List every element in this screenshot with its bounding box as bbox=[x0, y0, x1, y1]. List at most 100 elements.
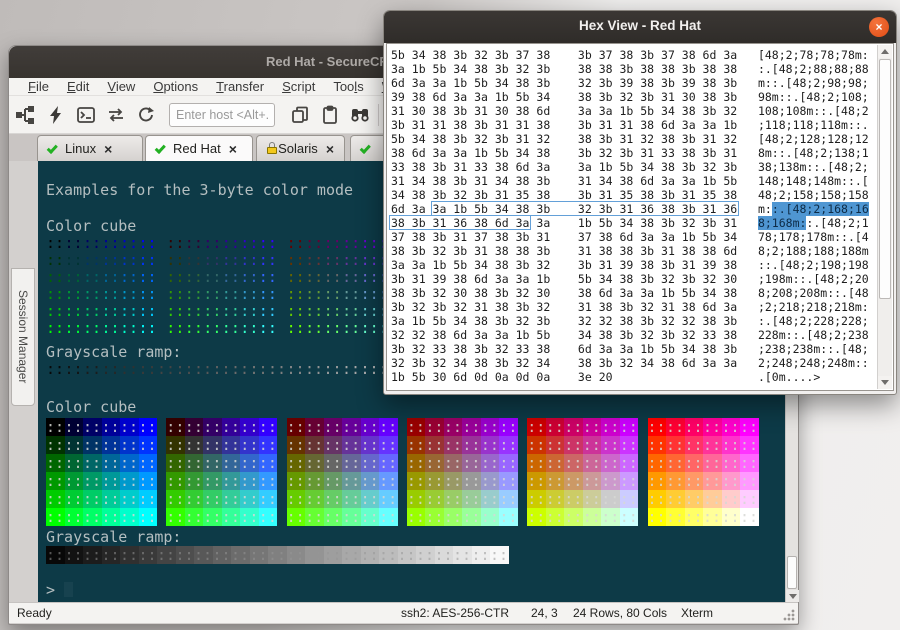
menu-file[interactable]: File bbox=[19, 79, 58, 94]
hex-scrollbar-thumb[interactable] bbox=[879, 59, 891, 299]
color-cube-background: ::::::::::::::::::::::::::::::::::::::::… bbox=[46, 418, 781, 526]
hex-row[interactable]: 3a 1b 5b 34 38 3b 32 3b 32 32 38 3b 32 3… bbox=[391, 314, 869, 328]
hex-row[interactable]: 32 3b 32 34 38 3b 32 34 38 3b 32 34 38 6… bbox=[391, 356, 869, 370]
connected-check-icon bbox=[155, 142, 166, 153]
terminal-scrollbar-thumb[interactable] bbox=[787, 556, 797, 589]
hex-content[interactable]: 5b 34 38 3b 32 3b 37 38 3b 37 38 3b 37 3… bbox=[386, 43, 894, 391]
menu-options[interactable]: Options bbox=[144, 79, 207, 94]
tab-close-icon[interactable]: × bbox=[326, 142, 334, 156]
tab-label: Solaris bbox=[278, 141, 318, 156]
hex-row[interactable]: 3b 31 31 38 3b 31 31 38 3b 31 31 38 6d 3… bbox=[391, 118, 869, 132]
terminal-icon[interactable] bbox=[73, 102, 99, 128]
cube-panel: ::::::::::::::::::::::::::::::::::::::::… bbox=[287, 235, 399, 337]
hex-row[interactable]: 38 3b 32 3b 31 38 38 3b 31 38 38 3b 31 3… bbox=[391, 244, 869, 258]
status-terminal-size: 24 Rows, 80 Cols bbox=[573, 606, 667, 620]
scroll-down-button[interactable] bbox=[786, 590, 799, 602]
transfer-icon[interactable] bbox=[103, 102, 129, 128]
status-encryption: ssh2: AES-256-CTR bbox=[401, 606, 509, 620]
hex-row[interactable]: 3b 32 33 38 3b 32 33 38 6d 3a 3a 1b 5b 3… bbox=[391, 342, 869, 356]
tab-close-icon[interactable]: × bbox=[229, 142, 237, 156]
hex-row[interactable]: 6d 3a 3a 1b 5b 34 38 3b 32 3b 31 36 38 3… bbox=[391, 202, 869, 216]
ascii-column: 78;178;178m::.[4 bbox=[758, 230, 869, 244]
status-cursor-position: 24, 3 bbox=[531, 606, 558, 620]
session-manager-icon[interactable] bbox=[13, 102, 39, 128]
hex-row[interactable]: 3a 3a 1b 5b 34 38 3b 32 3b 31 39 38 3b 3… bbox=[391, 258, 869, 272]
ascii-column: ;238;238m::.[48; bbox=[758, 342, 869, 356]
hex-row[interactable]: 33 38 3b 31 33 38 6d 3a 3a 1b 5b 34 38 3… bbox=[391, 160, 869, 174]
grayscale-label-2: Grayscale ramp: bbox=[46, 528, 181, 546]
tab-label: Red Hat bbox=[173, 141, 221, 156]
menu-edit[interactable]: Edit bbox=[58, 79, 98, 94]
ascii-column: 2;248;248;248m:: bbox=[758, 356, 869, 370]
session-manager-tab[interactable]: Session Manager bbox=[11, 268, 35, 406]
down-arrow-icon bbox=[789, 594, 797, 599]
ascii-column: .[0m....> bbox=[758, 370, 827, 384]
tab-red-hat[interactable]: Red Hat × bbox=[145, 135, 253, 161]
tab-solaris[interactable]: Solaris × bbox=[256, 135, 345, 161]
window-title: Red Hat - SecureCRT bbox=[266, 54, 397, 69]
cube-panel: ::::::::::::::::::::::::::::::::::::::::… bbox=[648, 418, 760, 526]
tab-label: Linux bbox=[65, 141, 96, 156]
find-icon[interactable] bbox=[347, 102, 373, 128]
hex-row[interactable]: 39 38 6d 3a 3a 1b 5b 34 38 3b 32 3b 31 3… bbox=[391, 90, 869, 104]
copy-icon[interactable] bbox=[287, 102, 313, 128]
ascii-column: 8;168m::.[48;2;1 bbox=[758, 216, 869, 230]
resize-grip[interactable] bbox=[783, 609, 795, 621]
hex-row[interactable]: 31 34 38 3b 31 34 38 3b 31 34 38 6d 3a 3… bbox=[391, 174, 869, 188]
ascii-column: 8m::.[48;2;138;1 bbox=[758, 146, 869, 160]
cube-panel: ::::::::::::::::::::::::::::::::::::::::… bbox=[527, 418, 639, 526]
ascii-column: m::.[48;2;168;16 bbox=[758, 202, 869, 216]
hex-row[interactable]: 5b 34 38 3b 32 3b 31 32 38 3b 31 32 38 3… bbox=[391, 132, 869, 146]
close-button[interactable]: × bbox=[869, 17, 889, 37]
hex-row[interactable]: 1b 5b 30 6d 0d 0a 0d 0a 3e 20 .[0m....> bbox=[391, 370, 827, 384]
terminal-cursor bbox=[64, 582, 73, 597]
menu-transfer[interactable]: Transfer bbox=[207, 79, 273, 94]
host-input[interactable] bbox=[169, 103, 275, 127]
color-cube-label-1: Color cube bbox=[46, 217, 136, 235]
ascii-column: ::.[48;2;198;198 bbox=[758, 258, 869, 272]
hex-row[interactable]: 38 3b 32 30 38 3b 32 30 38 6d 3a 3a 1b 5… bbox=[391, 286, 869, 300]
hex-row[interactable]: 32 32 38 6d 3a 3a 1b 5b 34 38 3b 32 3b 3… bbox=[391, 328, 869, 342]
tab-linux[interactable]: Linux × bbox=[37, 135, 143, 161]
hex-row[interactable]: 38 6d 3a 3a 1b 5b 34 38 3b 32 3b 31 33 3… bbox=[391, 146, 869, 160]
ascii-column: [48;2;78;78;78m: bbox=[758, 48, 869, 62]
hex-row[interactable]: 6d 3a 3a 1b 5b 34 38 3b 32 3b 39 38 3b 3… bbox=[391, 76, 869, 90]
hex-row[interactable]: 37 38 3b 31 37 38 3b 31 37 38 6d 3a 3a 1… bbox=[391, 230, 869, 244]
status-ready: Ready bbox=[17, 606, 52, 620]
hex-scroll-down-button[interactable] bbox=[878, 376, 892, 389]
ascii-column: ;118;118;118m::. bbox=[758, 118, 869, 132]
hex-dialog-titlebar[interactable]: Hex View - Red Hat × bbox=[384, 11, 896, 43]
cube-panel: ::::::::::::::::::::::::::::::::::::::::… bbox=[46, 235, 158, 337]
menu-view[interactable]: View bbox=[98, 79, 144, 94]
hex-row[interactable]: 3b 31 39 38 6d 3a 3a 1b 5b 34 38 3b 32 3… bbox=[391, 272, 869, 286]
ascii-column: :.[48;2;228;228; bbox=[758, 314, 869, 328]
cube-panel: ::::::::::::::::::::::::::::::::::::::::… bbox=[166, 418, 278, 526]
hex-row[interactable]: 38 3b 31 36 38 6d 3a 3a 1b 5b 34 38 3b 3… bbox=[391, 216, 869, 230]
paste-icon[interactable] bbox=[317, 102, 343, 128]
cube-panel: ::::::::::::::::::::::::::::::::::::::::… bbox=[287, 418, 399, 526]
menu-tools[interactable]: Tools bbox=[324, 79, 372, 94]
reconnect-icon[interactable] bbox=[133, 102, 159, 128]
quick-connect-icon[interactable] bbox=[43, 102, 69, 128]
lock-icon bbox=[267, 142, 271, 155]
cube-panel: ::::::::::::::::::::::::::::::::::::::::… bbox=[46, 418, 158, 526]
hex-row[interactable]: 3b 32 3b 32 31 38 3b 32 31 38 3b 32 31 3… bbox=[391, 300, 869, 314]
connected-check-icon bbox=[47, 142, 58, 153]
hex-row[interactable]: 31 30 38 3b 31 30 38 6d 3a 3a 1b 5b 34 3… bbox=[391, 104, 869, 118]
ascii-column: 48;2;158;158;158 bbox=[758, 188, 869, 202]
ascii-selection: :.[48;2;168;16 bbox=[772, 202, 869, 216]
status-emulation: Xterm bbox=[681, 606, 713, 620]
hex-scroll-up-button[interactable] bbox=[878, 45, 892, 58]
hex-scrollbar[interactable] bbox=[877, 45, 892, 389]
hex-row[interactable]: 5b 34 38 3b 32 3b 37 38 3b 37 38 3b 37 3… bbox=[391, 48, 869, 62]
hex-row[interactable]: 34 38 3b 32 3b 31 35 38 3b 31 35 38 3b 3… bbox=[391, 188, 869, 202]
hex-view-dialog: Hex View - Red Hat × 5b 34 38 3b 32 3b 3… bbox=[383, 10, 897, 395]
ascii-column: m::.[48;2;98;98; bbox=[758, 76, 869, 90]
tab-close-icon[interactable]: × bbox=[104, 142, 112, 156]
menu-script[interactable]: Script bbox=[273, 79, 324, 94]
hex-row[interactable]: 3a 1b 5b 34 38 3b 32 3b 38 38 3b 38 38 3… bbox=[391, 62, 869, 76]
ascii-column: ;2;218;218;218m: bbox=[758, 300, 869, 314]
ascii-column: 108;108m::.[48;2 bbox=[758, 104, 869, 118]
ascii-column: 38;138m::.[48;2; bbox=[758, 160, 869, 174]
session-manager-label: Session Manager bbox=[16, 290, 30, 383]
